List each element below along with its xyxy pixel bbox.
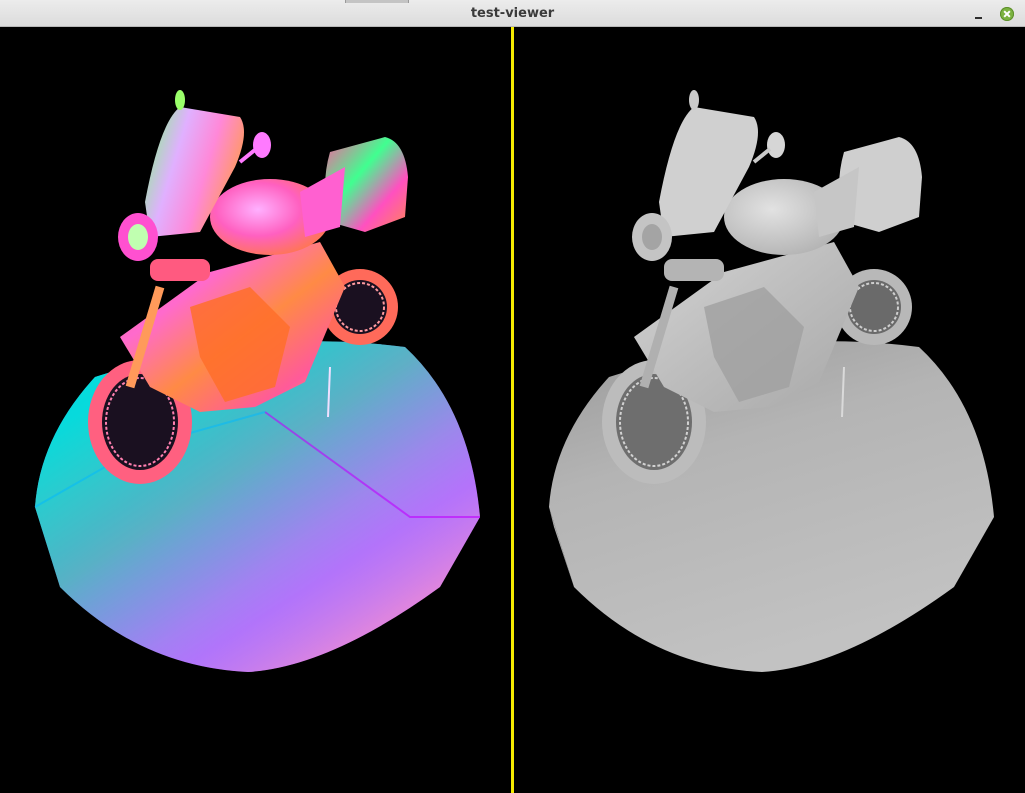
minimize-icon[interactable] xyxy=(970,6,986,22)
title-tab-indicator xyxy=(345,0,409,3)
app-window: test-viewer xyxy=(0,0,1025,793)
normal-map-render xyxy=(34,90,480,672)
window-title: test-viewer xyxy=(470,6,555,21)
title-bar[interactable]: test-viewer xyxy=(0,0,1025,27)
shaded-render xyxy=(549,90,994,672)
close-icon[interactable] xyxy=(1000,7,1014,21)
viewport-normals[interactable] xyxy=(0,27,511,793)
viewport-shaded[interactable] xyxy=(514,27,1025,793)
